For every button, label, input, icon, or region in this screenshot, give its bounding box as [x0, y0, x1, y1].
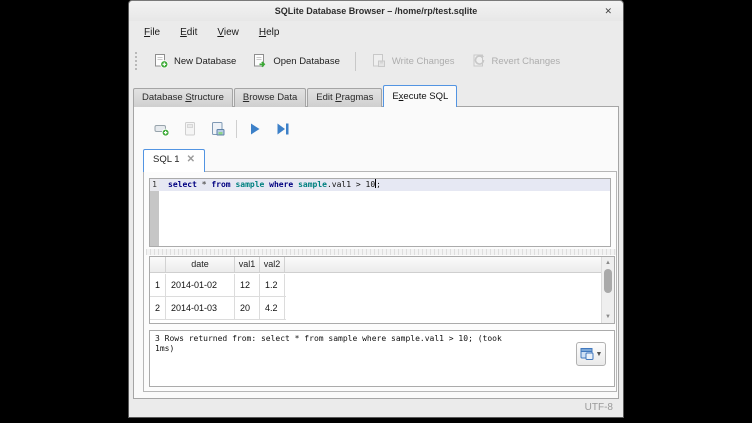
sql-toolbar-separator — [236, 120, 237, 138]
new-database-label: New Database — [174, 56, 236, 67]
tab-database-structure[interactable]: Database Structure — [133, 88, 233, 107]
execute-current-line-button[interactable] — [269, 119, 297, 139]
val1-cell[interactable]: 12 — [235, 274, 260, 296]
save-results-button[interactable]: ▼ — [576, 342, 606, 366]
write-changes-label: Write Changes — [392, 56, 455, 67]
sql-tab-content: 1 select * from sample where sample.val1… — [143, 171, 617, 392]
results-table: date val1 val2 1 2014-01-02 12 1.2 2 201… — [149, 256, 615, 324]
open-database-button[interactable]: Open Database — [244, 50, 348, 72]
results-header-rownum[interactable] — [150, 257, 166, 272]
sql-keyword: select — [168, 180, 197, 189]
tab-browse-data[interactable]: Browse Data — [234, 88, 306, 107]
sql-tab-1[interactable]: SQL 1 ✕ — [143, 149, 205, 172]
results-scrollbar[interactable]: ▲ ▼ — [601, 257, 614, 323]
window-close-button[interactable]: ✕ — [604, 1, 612, 21]
toolbar-separator — [355, 52, 356, 71]
statusbar: UTF-8 — [129, 400, 623, 417]
open-database-icon — [252, 53, 268, 69]
results-header-val2[interactable]: val2 — [260, 257, 285, 272]
date-cell[interactable]: 2014-01-03 — [166, 297, 235, 319]
open-database-label: Open Database — [273, 56, 340, 67]
chevron-down-icon: ▼ — [596, 351, 603, 358]
sql-keyword: from — [211, 180, 230, 189]
menu-view[interactable]: View — [212, 25, 244, 43]
execute-sql-button[interactable] — [241, 119, 269, 139]
menu-file[interactable]: File — [139, 25, 165, 43]
sql-keyword: where — [269, 180, 293, 189]
new-database-button[interactable]: New Database — [145, 50, 244, 72]
scrollbar-thumb[interactable] — [604, 269, 612, 293]
scrollbar-up-icon[interactable]: ▲ — [602, 258, 614, 268]
menubar: File Edit View Help — [139, 25, 284, 43]
results-header-row: date val1 val2 — [150, 257, 601, 273]
sql-tab-close-icon[interactable]: ✕ — [187, 154, 195, 165]
menu-help[interactable]: Help — [254, 25, 285, 43]
app-window: SQLite Database Browser – /home/rp/test.… — [128, 0, 624, 418]
execution-log[interactable]: 3 Rows returned from: select * from samp… — [149, 330, 615, 387]
titlebar[interactable]: SQLite Database Browser – /home/rp/test.… — [129, 1, 623, 21]
table-row[interactable]: 2 2014-01-03 20 4.2 — [150, 297, 286, 320]
val1-cell[interactable]: 20 — [235, 297, 260, 319]
encoding-indicator: UTF-8 — [585, 402, 613, 413]
val2-cell[interactable]: 4.2 — [260, 297, 285, 319]
window-title: SQLite Database Browser – /home/rp/test.… — [275, 6, 478, 16]
table-row[interactable]: 1 2014-01-02 12 1.2 — [150, 274, 286, 297]
sql-table-name: sample — [293, 180, 327, 189]
main-toolbar: New Database Open Database Write Changes — [133, 47, 619, 75]
line-number: 1 — [150, 179, 159, 191]
sql-star: * — [197, 180, 211, 189]
sql-toolbar — [148, 118, 297, 140]
results-header-date[interactable]: date — [166, 257, 235, 272]
open-sql-file-button[interactable] — [176, 119, 204, 139]
toolbar-drag-handle[interactable] — [135, 52, 139, 70]
row-number-cell: 2 — [150, 297, 166, 319]
main-tabbar: Database Structure Browse Data Edit Prag… — [133, 85, 458, 107]
save-results-icon — [580, 347, 595, 361]
revert-changes-label: Revert Changes — [492, 56, 561, 67]
sql-table-name: sample — [231, 180, 270, 189]
val2-cell[interactable]: 1.2 — [260, 274, 285, 296]
save-sql-file-button[interactable] — [204, 119, 232, 139]
splitter-handle[interactable] — [146, 249, 616, 255]
execution-log-message: 3 Rows returned from: select * from samp… — [155, 334, 511, 354]
execute-current-line-icon — [275, 121, 291, 137]
results-header-val1[interactable]: val1 — [235, 257, 260, 272]
sql-plain-text: .val1 > 10 — [327, 180, 375, 189]
revert-changes-icon — [471, 53, 487, 69]
write-changes-icon — [371, 53, 387, 69]
sql-tab-label: SQL 1 — [153, 154, 180, 165]
results-header-filler — [285, 257, 601, 272]
tab-edit-pragmas[interactable]: Edit Pragmas — [307, 88, 382, 107]
execute-sql-panel: SQL 1 ✕ 1 select * from sample where sam… — [133, 106, 619, 399]
new-sql-tab-icon — [154, 121, 170, 137]
sql-plain-text: ; — [376, 180, 381, 189]
new-database-icon — [153, 53, 169, 69]
execute-sql-icon — [247, 121, 263, 137]
revert-changes-button[interactable]: Revert Changes — [463, 50, 569, 72]
scrollbar-down-icon[interactable]: ▼ — [602, 312, 614, 322]
menu-edit[interactable]: Edit — [175, 25, 202, 43]
new-sql-tab-button[interactable] — [148, 119, 176, 139]
sql-code-line: select * from sample where sample.val1 >… — [168, 179, 381, 191]
write-changes-button[interactable]: Write Changes — [363, 50, 463, 72]
date-cell[interactable]: 2014-01-02 — [166, 274, 235, 296]
tab-execute-sql[interactable]: Execute SQL — [383, 85, 457, 107]
save-sql-file-icon — [210, 121, 226, 137]
sql-editor-tabbar: SQL 1 ✕ — [143, 149, 205, 172]
row-number-cell: 1 — [150, 274, 166, 296]
sql-editor[interactable]: 1 select * from sample where sample.val1… — [149, 178, 611, 247]
open-sql-file-icon — [182, 121, 198, 137]
